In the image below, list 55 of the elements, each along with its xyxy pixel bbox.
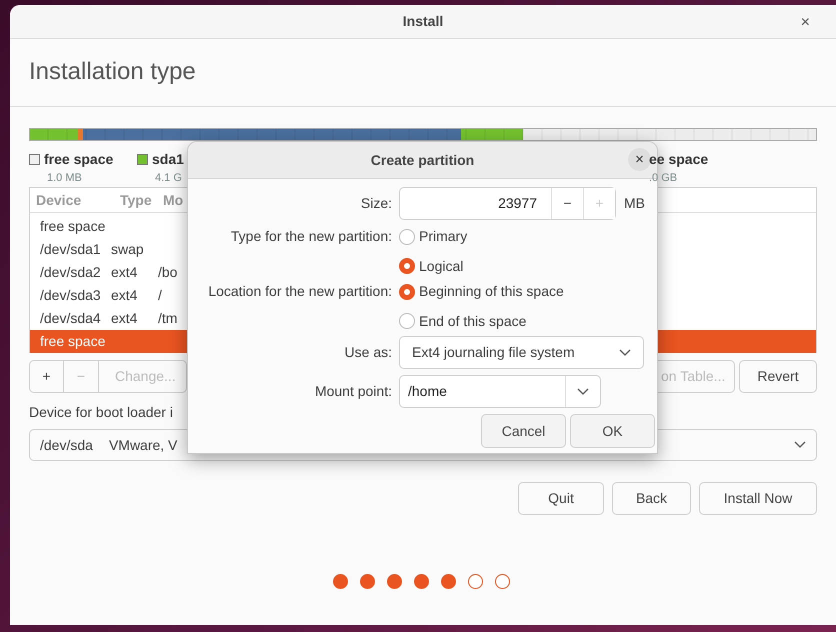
cancel-button[interactable]: Cancel	[481, 414, 566, 448]
table-cell-text: /bo	[157, 263, 178, 282]
table-cell-text: /tm	[157, 309, 178, 328]
device-path: /dev/sda	[40, 436, 93, 454]
table-cell-text: free space	[39, 332, 106, 351]
table-cell-text: /	[157, 286, 162, 305]
legend-size: 4.1 G	[154, 171, 183, 186]
table-cell[interactable]: /dev/sda3	[30, 285, 109, 306]
field-label: Use as:	[344, 343, 393, 362]
radio-option[interactable]: Primary	[399, 228, 468, 246]
table-cell-text: ext4	[110, 309, 138, 328]
legend-name: sda1	[152, 150, 184, 169]
mount-point-combo[interactable]: /home	[399, 375, 601, 408]
chevron-icon	[794, 441, 806, 449]
table-cell-text: ext4	[110, 263, 138, 282]
toolbar-button[interactable]: +	[29, 360, 64, 393]
close-button[interactable]: ×	[796, 11, 814, 35]
table-cell[interactable]: /dev/sda1	[30, 239, 109, 260]
unit-label: MB	[624, 194, 645, 213]
mount-value: /home	[407, 382, 448, 401]
radio-option[interactable]: Logical	[399, 257, 464, 275]
select-value: Ext4 journaling file system	[412, 343, 576, 362]
close-button[interactable]: ×	[628, 148, 651, 171]
legend-name: free space	[44, 150, 114, 169]
quit-button[interactable]: Quit	[518, 482, 604, 515]
dialog-title: Create partition	[370, 150, 474, 170]
window-title: Install	[402, 12, 444, 31]
table-cell-text: ext4	[110, 286, 138, 305]
install-button[interactable]: Install Now	[699, 482, 817, 515]
chevron-icon	[619, 348, 631, 356]
device-model: VMware, V	[108, 436, 178, 454]
table-cell-text: swap	[110, 240, 145, 259]
radio-option[interactable]: Beginning of this space	[399, 282, 564, 300]
field-label: Location for the new partition:	[207, 282, 393, 301]
table-cell[interactable]: free space	[30, 216, 109, 237]
column-header: Mo	[162, 190, 184, 210]
column-header: Device	[35, 190, 82, 210]
size-value: 23977	[497, 194, 538, 213]
legend-size: .0 GB	[649, 171, 678, 186]
use-as-select[interactable]: Ext4 journaling file system	[399, 336, 644, 369]
legend-size: 1.0 MB	[46, 171, 83, 186]
table-cell[interactable]: /dev/sda4	[30, 308, 109, 329]
radio-option[interactable]: End of this space	[399, 312, 526, 330]
column-header: Type	[119, 190, 153, 210]
ok-button[interactable]: OK	[570, 414, 655, 448]
field-label: Type for the new partition:	[230, 227, 393, 246]
toolbar-button[interactable]: Revert	[739, 360, 817, 393]
table-cell[interactable]: /dev/sda2	[30, 262, 109, 283]
boot-loader-label: Device for boot loader i	[29, 403, 173, 422]
page-heading: Installation type	[29, 58, 196, 87]
field-label: Mount point:	[314, 382, 393, 401]
chevron-icon	[577, 388, 589, 396]
legend-name: ee space	[649, 150, 708, 169]
back-button[interactable]: Back	[612, 482, 691, 515]
field-label: Size:	[360, 194, 393, 213]
